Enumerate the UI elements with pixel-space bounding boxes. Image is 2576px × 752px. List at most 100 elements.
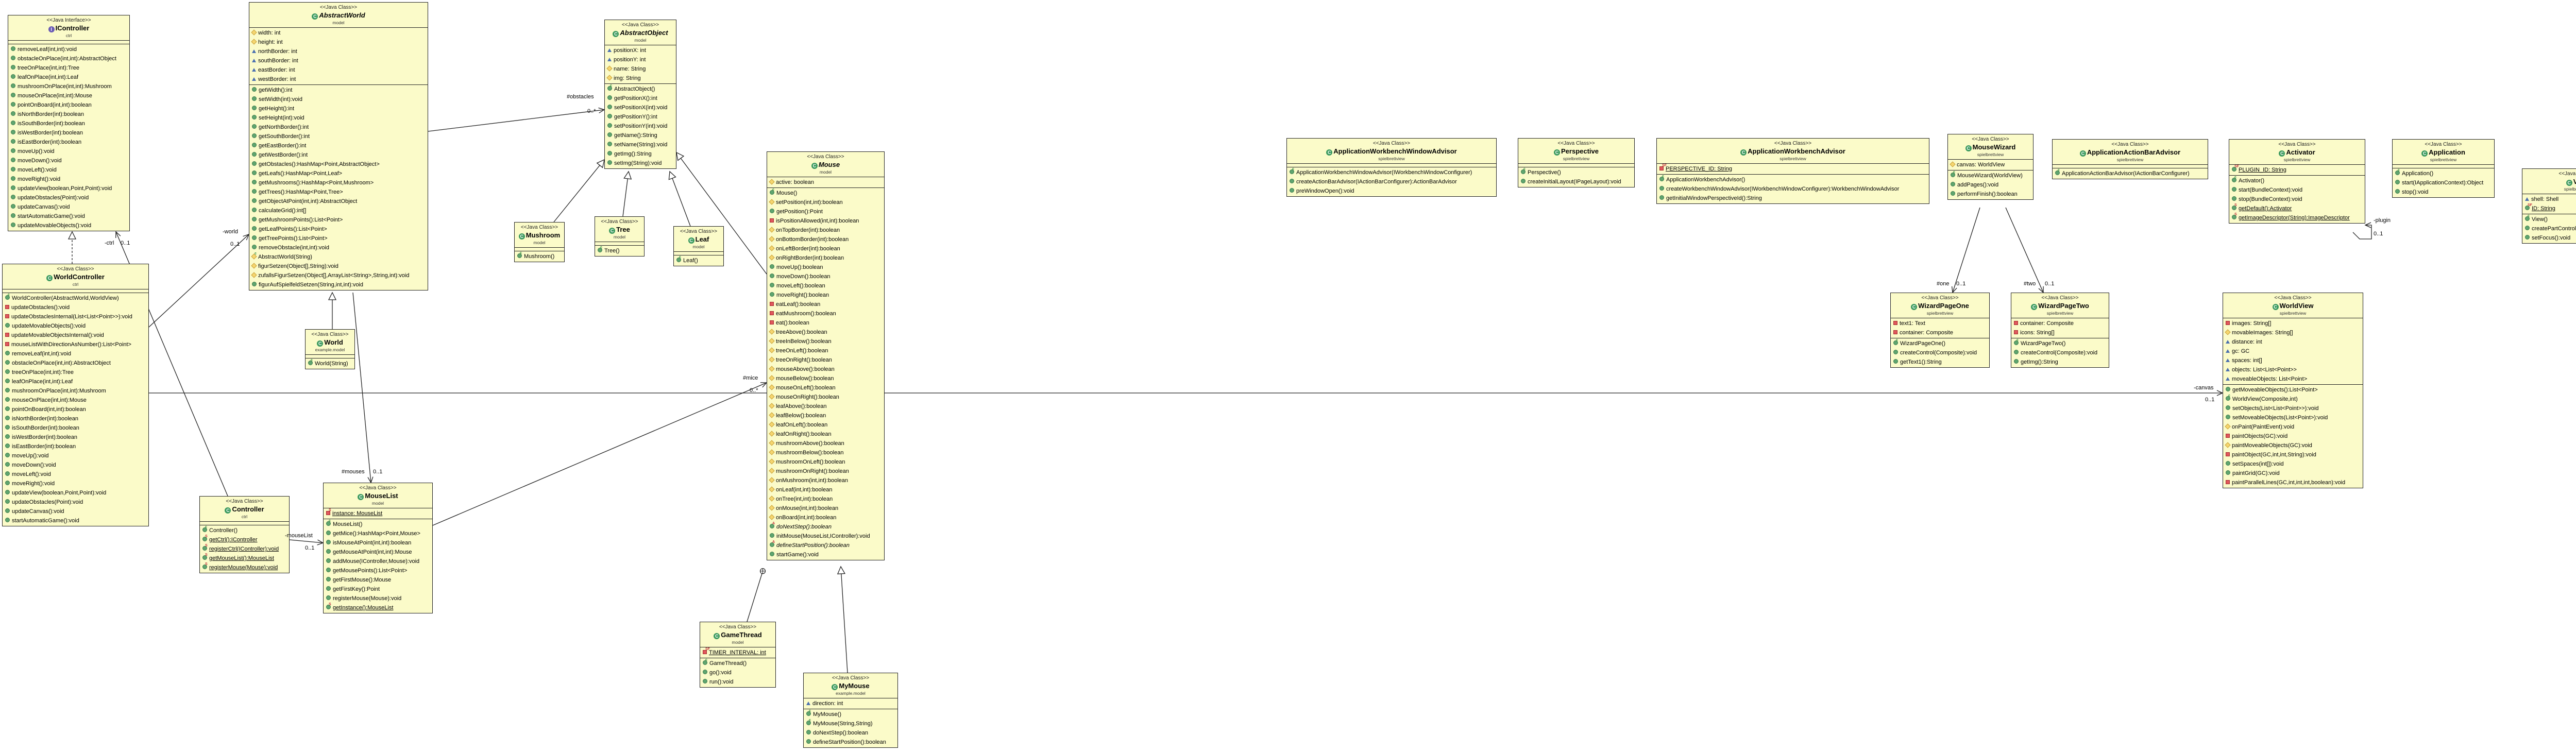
- member-text: isSouthBorder(int):boolean: [12, 425, 79, 431]
- public-visibility-icon: [607, 142, 612, 146]
- class-name: C Mushroom: [516, 231, 563, 240]
- methods-compartment: c AbstractObject() getPositionX():int setPo…: [605, 84, 676, 168]
- public-visibility-icon: [770, 283, 774, 287]
- method-row: moveRight():boolean: [767, 290, 884, 300]
- attribute-row: positionX: int: [605, 46, 676, 55]
- member-text: setMoveableObjects(List<Point>):void: [2232, 415, 2328, 421]
- package-name: model: [692, 244, 705, 249]
- attribute-row: westBorder: int: [249, 75, 428, 84]
- member-text: start(IApplicationContext):Object: [2402, 180, 2484, 186]
- package-name: spielbrettview: [1378, 156, 1405, 161]
- class-name: C ApplicationWorkbenchWindowAdvisor: [1288, 147, 1495, 156]
- class-icon: C: [312, 13, 318, 20]
- public-visibility-icon: [1951, 191, 1955, 196]
- member-text: WizardPageOne(): [1900, 340, 1946, 347]
- method-row: isEastBorder(int):boolean: [3, 442, 148, 451]
- member-text: isPositionAllowed(int,int):boolean: [776, 218, 859, 224]
- class-name-text: Leaf: [695, 235, 709, 243]
- method-row: getLeafPoints():List<Point>: [249, 225, 428, 234]
- private-visibility-icon: [770, 311, 774, 315]
- member-text: getWestBorder():int: [259, 152, 308, 158]
- method-row: updateObstacles(Point):void: [3, 498, 148, 507]
- methods-compartment: c WorldController(AbstractWorld,WorldView…: [3, 293, 148, 526]
- stereotype: <<Java Class>>: [2111, 142, 2149, 147]
- member-text: updateObstacles(Point):void: [18, 195, 89, 201]
- member-text: text1: Text: [1900, 320, 1925, 327]
- class-header: <<Java Class>> C ApplicationActionBarAdvis…: [2053, 140, 2208, 165]
- method-row: moveDown():void: [3, 460, 148, 470]
- member-text: moveUp():void: [12, 453, 49, 459]
- public-visibility-icon: [252, 133, 257, 138]
- class-icon: C: [688, 237, 694, 244]
- private-visibility-icon: [2226, 452, 2230, 456]
- public-visibility-icon: [11, 74, 15, 79]
- attribute-row: SF TIMER_INTERVAL: int: [700, 647, 775, 657]
- member-text: ApplicationWorkbenchAdvisor(): [1666, 177, 1745, 183]
- method-row: obstacleOnPlace(int,int):AbstractObject: [3, 358, 148, 368]
- private-visibility-icon: [5, 333, 9, 337]
- method-row: SregisterMouse(Mouse):void: [200, 562, 289, 572]
- public-visibility-icon: [11, 195, 15, 199]
- method-row: treeOnPlace(int,int):Tree: [8, 63, 129, 73]
- modifier-icon: c: [809, 719, 811, 722]
- class-icon: C: [2279, 150, 2285, 157]
- methods-compartment: c ApplicationWorkbenchAdvisor() createWork…: [1657, 175, 1929, 203]
- modifier-icon: c: [2528, 214, 2530, 218]
- private-visibility-icon: [2226, 321, 2230, 325]
- method-row: SregisterCtrl(IController):void: [200, 544, 289, 554]
- member-text: Application(): [2402, 170, 2434, 177]
- method-row: c MouseWizard(WorldView): [1948, 170, 2033, 180]
- stereotype: <<Java Class>>: [2425, 142, 2462, 147]
- method-row: registerMouse(Mouse):void: [324, 594, 432, 603]
- member-text: eatLeaf():boolean: [776, 301, 821, 307]
- attribute-row: canvas: WorldView: [1948, 160, 2033, 169]
- class-name: CView: [2523, 177, 2576, 186]
- class-icon: C: [2079, 150, 2086, 157]
- method-row: c WizardPageTwo(): [2011, 338, 2109, 348]
- member-text: createWorkbenchWindowAdvisor(IWorkbenchW…: [1666, 186, 1900, 192]
- method-row: stop():void: [2393, 187, 2494, 197]
- member-text: zufallsFigurSetzen(Object[],ArrayList<St…: [258, 272, 410, 279]
- public-visibility-icon: [806, 739, 811, 744]
- member-text: Mushroom(): [524, 253, 555, 260]
- method-row: mouseOnPlace(int,int):Mouse: [3, 396, 148, 405]
- method-row: createControl(Composite):void: [1891, 348, 1989, 357]
- class-icon: C: [714, 633, 720, 639]
- private-visibility-icon: [1893, 330, 1897, 334]
- member-text: moveUp():void: [18, 148, 55, 155]
- public-visibility-icon: [806, 730, 811, 734]
- modifier-icon: c: [8, 293, 10, 297]
- class-abstract-object: <<Java Class>> C AbstractObject model positi…: [604, 20, 676, 169]
- protected-visibility-icon: [1950, 161, 1956, 167]
- modifier-icon: A: [772, 522, 775, 525]
- class-name-text: Mouse: [818, 161, 840, 168]
- edge-line: [840, 566, 848, 673]
- protected-visibility-icon: [2225, 442, 2231, 448]
- member-text: moveDown():boolean: [776, 274, 831, 280]
- modifier-icon: c: [1896, 338, 1898, 342]
- public-visibility-icon: [11, 65, 15, 70]
- public-visibility-icon: [607, 105, 612, 109]
- member-text: updateMovableObjects():void: [12, 323, 86, 329]
- stereotype: <<Java Class>>: [311, 332, 349, 337]
- modifier-icon: S: [329, 603, 331, 606]
- edge-line: [669, 171, 691, 227]
- association-mouse-list-to-mouse: [432, 382, 768, 526]
- public-visibility-icon: [11, 204, 15, 209]
- protected-visibility-icon: [769, 477, 775, 483]
- member-text: westBorder: int: [258, 76, 296, 82]
- modifier-icon: c: [600, 246, 602, 249]
- member-text: mushroomOnPlace(int,int):Mushroom: [18, 83, 112, 90]
- member-text: WizardPageTwo(): [2021, 340, 2066, 347]
- methods-compartment: c Activator() start(BundleContext):void sto…: [2229, 176, 2365, 223]
- member-text: mouseListWithDirectionAsNumber():List<Po…: [11, 341, 131, 348]
- public-visibility-icon: [11, 111, 15, 116]
- public-visibility-icon: [326, 549, 331, 554]
- method-row: pointOnBoard(int,int):boolean: [3, 405, 148, 414]
- attributes-compartment: width: int height: int northBorder: int sou…: [249, 28, 428, 85]
- public-visibility-icon: [252, 189, 257, 194]
- attribute-row: gc: GC: [2223, 347, 2363, 356]
- public-visibility-icon: [5, 379, 10, 383]
- member-text: obstacleOnPlace(int,int):AbstractObject: [18, 56, 116, 62]
- class-icon: C: [46, 275, 53, 281]
